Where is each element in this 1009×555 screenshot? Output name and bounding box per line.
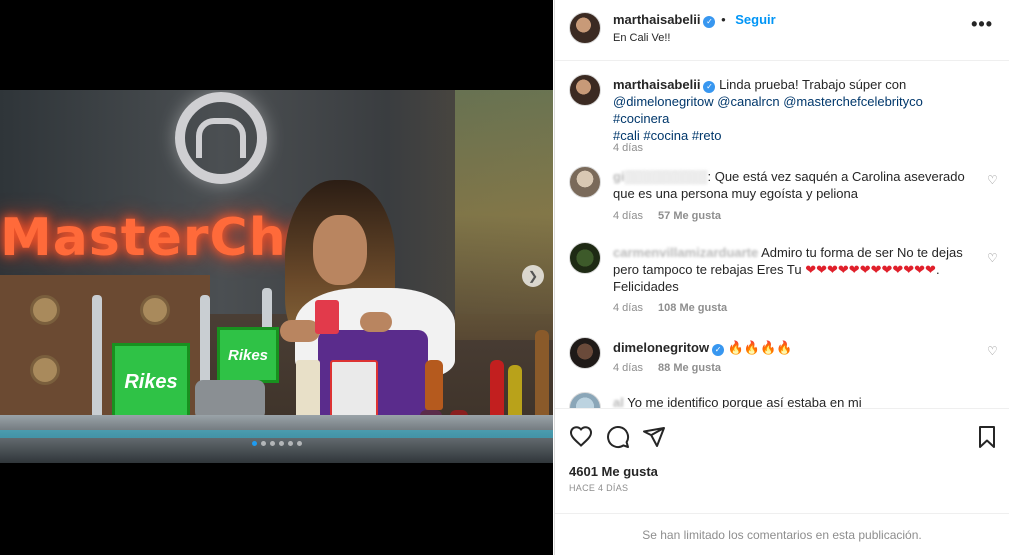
caption-text: Linda prueba! Trabajo súper con: [719, 77, 907, 92]
like-heart-icon[interactable]: [569, 425, 593, 449]
separator-dot: •: [721, 12, 726, 27]
post-location[interactable]: En Cali Ve!!: [613, 32, 670, 44]
carousel-dots: [0, 441, 553, 446]
fire-emoji: 🔥🔥🔥🔥: [727, 340, 793, 355]
comments-list[interactable]: marthaisabelii ✓ Linda prueba! Trabajo sú…: [555, 62, 1009, 408]
verified-badge-icon: ✓: [703, 15, 716, 28]
carousel-dot: [287, 441, 293, 446]
avatar[interactable]: [569, 242, 601, 274]
comment-username[interactable]: dimelonegritow: [613, 340, 709, 355]
comment-text: Yo me identifico porque así estaba en mi: [627, 395, 862, 408]
more-options-icon[interactable]: •••: [971, 14, 993, 35]
comment-time: 4 días: [613, 362, 643, 374]
caption-username[interactable]: marthaisabelii: [613, 77, 700, 92]
caption-time: 4 días: [613, 142, 643, 154]
comment-username[interactable]: carmenvillamizarduarte: [613, 245, 758, 260]
comment-item: gi▒▒▒▒▒▒▒▒▒: Que está vez saquén a Carol…: [569, 166, 999, 226]
carousel-next-button[interactable]: ❯: [522, 265, 544, 287]
avatar[interactable]: [569, 166, 601, 198]
sponsor-sign: Rikes: [217, 327, 279, 383]
verified-badge-icon: ✓: [703, 80, 716, 93]
share-send-icon[interactable]: [642, 425, 666, 449]
carousel-dot: [278, 441, 284, 446]
post-header: marthaisabelii ✓ • Seguir En Cali Ve!! ••…: [555, 0, 1009, 61]
avatar[interactable]: [569, 337, 601, 369]
avatar[interactable]: [569, 12, 601, 44]
comment-like-heart-icon[interactable]: ♡: [987, 345, 999, 357]
post-date: HACE 4 DÍAS: [569, 483, 629, 493]
comments-limited-notice: Se han limitado los comentarios en esta …: [555, 513, 1009, 555]
chevron-right-icon: ❯: [527, 269, 539, 283]
comment-time: 4 días: [613, 302, 643, 314]
mention-link[interactable]: @canalrcn: [717, 94, 779, 109]
carousel-dot: [269, 441, 275, 446]
post-actions: 4601 Me gusta HACE 4 DÍAS Se han limitad…: [555, 408, 1009, 555]
comment-item: dimelonegritow ✓ 🔥🔥🔥🔥 4 días 88 Me gusta …: [569, 337, 999, 382]
hearts-emoji: ❤❤❤❤❤❤❤❤❤❤❤❤: [805, 262, 936, 277]
comment-like-heart-icon[interactable]: ♡: [987, 174, 999, 186]
hashtag-link[interactable]: #cocina: [643, 128, 688, 143]
post-author-username[interactable]: marthaisabelii: [613, 12, 700, 27]
avatar[interactable]: [569, 74, 601, 106]
post-sidebar: marthaisabelii ✓ • Seguir En Cali Ve!! ••…: [554, 0, 1009, 555]
comment-like-heart-icon[interactable]: ♡: [987, 252, 999, 264]
carousel-dot: [296, 441, 302, 446]
carousel-dot: [260, 441, 266, 446]
post-media: MasterChef Rikes Rikes ❯: [0, 0, 553, 555]
comment-likes[interactable]: 57 Me gusta: [658, 210, 721, 222]
comment-item: carmenvillamizarduarte Admiro tu forma d…: [569, 242, 999, 322]
hashtag-link[interactable]: #cali: [613, 128, 640, 143]
hashtag-link[interactable]: #reto: [692, 128, 722, 143]
sponsor-sign: Rikes: [112, 343, 190, 421]
mention-link[interactable]: @dimelonegritow: [613, 94, 714, 109]
hashtag-link[interactable]: #cocinera: [613, 111, 669, 126]
comment-likes[interactable]: 108 Me gusta: [658, 302, 727, 314]
post-caption: marthaisabelii ✓ Linda prueba! Trabajo sú…: [569, 74, 999, 154]
comment-username[interactable]: gi: [613, 169, 625, 184]
comment-bubble-icon[interactable]: [606, 425, 630, 449]
post-photo[interactable]: MasterChef Rikes Rikes: [0, 90, 553, 463]
likes-count[interactable]: 4601 Me gusta: [569, 464, 658, 479]
save-bookmark-icon[interactable]: [975, 425, 999, 449]
follow-button[interactable]: Seguir: [735, 12, 775, 27]
comment-likes[interactable]: 88 Me gusta: [658, 362, 721, 374]
comment-username[interactable]: al: [613, 395, 624, 408]
mention-link[interactable]: @masterchefcelebrityco: [783, 94, 923, 109]
comment-item: al Yo me identifico porque así estaba en…: [569, 392, 999, 408]
comment-time: 4 días: [613, 210, 643, 222]
verified-badge-icon: ✓: [712, 343, 725, 356]
avatar[interactable]: [569, 392, 601, 408]
carousel-dot: [251, 441, 257, 446]
